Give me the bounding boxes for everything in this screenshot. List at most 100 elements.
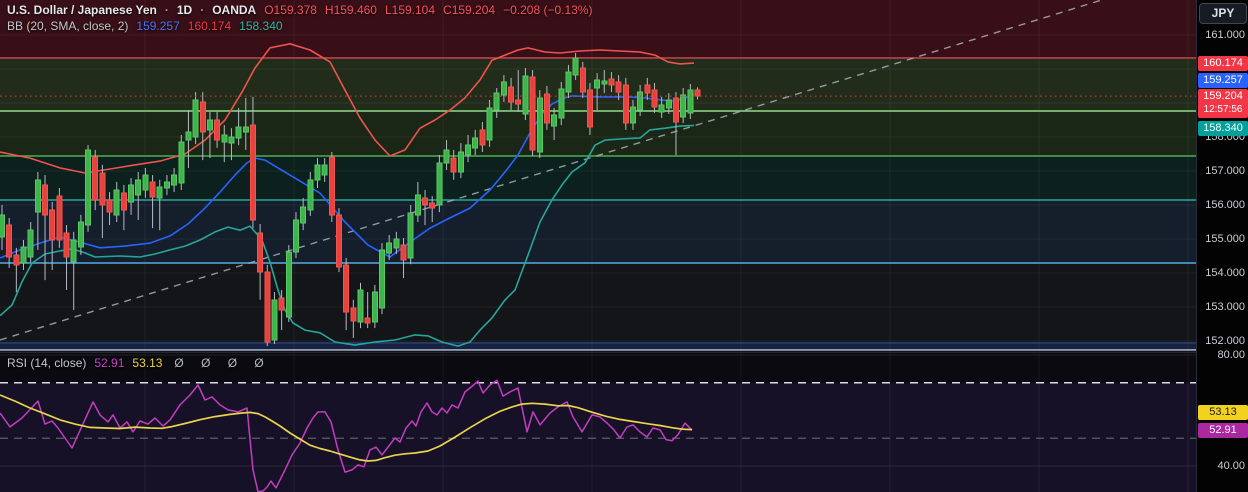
candle[interactable]: [357, 282, 364, 329]
axis-badge: 160.174: [1198, 55, 1248, 71]
rsi-hidden-values: Ø Ø Ø Ø: [174, 356, 271, 370]
candle[interactable]: [536, 90, 543, 159]
candle[interactable]: [328, 151, 335, 222]
candle-body: [500, 81, 507, 96]
candle[interactable]: [586, 82, 593, 135]
axis-label: 153.000: [1205, 301, 1245, 313]
zone-rect[interactable]: [0, 200, 1196, 264]
exchange-label[interactable]: OANDA: [212, 3, 256, 17]
candle[interactable]: [192, 92, 199, 145]
chart-svg: [0, 0, 1248, 492]
candle-body: [572, 57, 579, 76]
candle-body: [171, 174, 178, 186]
change-value: −0.208 (−0.13%): [503, 3, 593, 17]
candle-body: [285, 251, 292, 318]
candle[interactable]: [335, 208, 342, 272]
candle-body: [149, 181, 156, 198]
candle-body: [113, 189, 120, 216]
candle-body: [27, 229, 34, 258]
candle-body: [637, 91, 644, 111]
candle-body: [357, 289, 364, 323]
trading-chart-app: U.S. Dollar / Japanese Yen · 1D · OANDA …: [0, 0, 1248, 492]
candle-body: [99, 172, 106, 206]
candle-body: [422, 197, 429, 206]
axis-label: 154.000: [1205, 267, 1245, 279]
ohlc-close: C159.204: [443, 3, 496, 17]
candle-body: [128, 184, 135, 203]
axis-badge: 158.340: [1198, 120, 1248, 136]
candle-body: [594, 79, 601, 89]
candle-body: [457, 151, 464, 173]
candle[interactable]: [56, 188, 63, 248]
candle-body: [450, 157, 457, 173]
candle-body: [529, 76, 536, 151]
candle-body: [543, 93, 550, 124]
candle-body: [565, 71, 572, 93]
candle-body: [343, 264, 350, 313]
candle-body: [214, 119, 221, 141]
last-price-badge: 159.204 12:57:56: [1198, 88, 1248, 118]
candle[interactable]: [522, 67, 529, 120]
candle[interactable]: [285, 245, 292, 322]
rsi-ma-value: 53.13: [132, 356, 163, 370]
interval-label[interactable]: 1D: [177, 3, 192, 17]
candle-body: [0, 214, 5, 238]
candle-body: [106, 199, 113, 213]
candle-body: [257, 232, 264, 273]
candle-body: [672, 97, 679, 123]
rsi-label[interactable]: RSI (14, close): [7, 356, 86, 370]
candle-body: [644, 84, 651, 94]
candle[interactable]: [407, 205, 414, 265]
candle[interactable]: [622, 77, 629, 130]
candle[interactable]: [178, 134, 185, 191]
candle[interactable]: [529, 70, 536, 157]
axis-label: 155.000: [1205, 233, 1245, 245]
candle[interactable]: [264, 264, 271, 347]
candle-body: [629, 106, 636, 124]
currency-button[interactable]: JPY: [1199, 3, 1247, 24]
candle[interactable]: [379, 243, 386, 315]
candle-body: [120, 192, 127, 211]
axis-label: 157.000: [1205, 165, 1245, 177]
candle-body: [694, 89, 701, 97]
bb-lower-value: 158.340: [239, 19, 283, 33]
candle-body: [199, 101, 206, 133]
candle-body: [493, 92, 500, 111]
candle-body: [70, 239, 77, 263]
candle-body: [615, 81, 622, 93]
rsi-legend-row[interactable]: RSI (14, close) 52.91 53.13 Ø Ø Ø Ø: [7, 356, 271, 370]
bb-label[interactable]: BB (20, SMA, close, 2): [7, 19, 128, 33]
symbol-legend-row[interactable]: U.S. Dollar / Japanese Yen · 1D · OANDA …: [7, 3, 592, 17]
candle-body: [436, 162, 443, 206]
candle-body: [586, 89, 593, 128]
ohlc-open: O159.378: [264, 3, 317, 17]
candle-body: [34, 179, 41, 213]
candle-body: [400, 244, 407, 261]
candle-body: [321, 164, 328, 176]
countdown-timer: 12:57:56: [1203, 103, 1243, 115]
axis-label: 156.000: [1205, 199, 1245, 211]
candle-body: [49, 209, 56, 241]
candle-body: [92, 156, 99, 201]
candle[interactable]: [436, 155, 443, 213]
candle-body: [264, 271, 271, 343]
bb-legend-row[interactable]: BB (20, SMA, close, 2) 159.257 160.174 1…: [7, 19, 283, 33]
candle-body: [407, 212, 414, 259]
candle-body: [163, 181, 170, 189]
symbol-title[interactable]: U.S. Dollar / Japanese Yen: [7, 3, 157, 17]
candle[interactable]: [85, 145, 92, 232]
candle-body: [314, 164, 321, 181]
chart-canvas[interactable]: [0, 0, 1248, 492]
axis-label: 40.00: [1217, 460, 1245, 472]
zone-rect[interactable]: [0, 342, 1196, 350]
zone-rect[interactable]: [0, 263, 1196, 343]
candle-body: [665, 99, 672, 109]
candle[interactable]: [271, 292, 278, 345]
candle-body: [680, 94, 687, 118]
candle-body: [271, 299, 278, 341]
candle-body: [156, 186, 163, 199]
price-axis[interactable]: JPY 161.000 158.000 157.000 156.000 155.000 1…: [1196, 0, 1248, 492]
candle-body: [472, 137, 479, 149]
candle-body: [206, 119, 213, 131]
candle-body: [278, 297, 285, 311]
